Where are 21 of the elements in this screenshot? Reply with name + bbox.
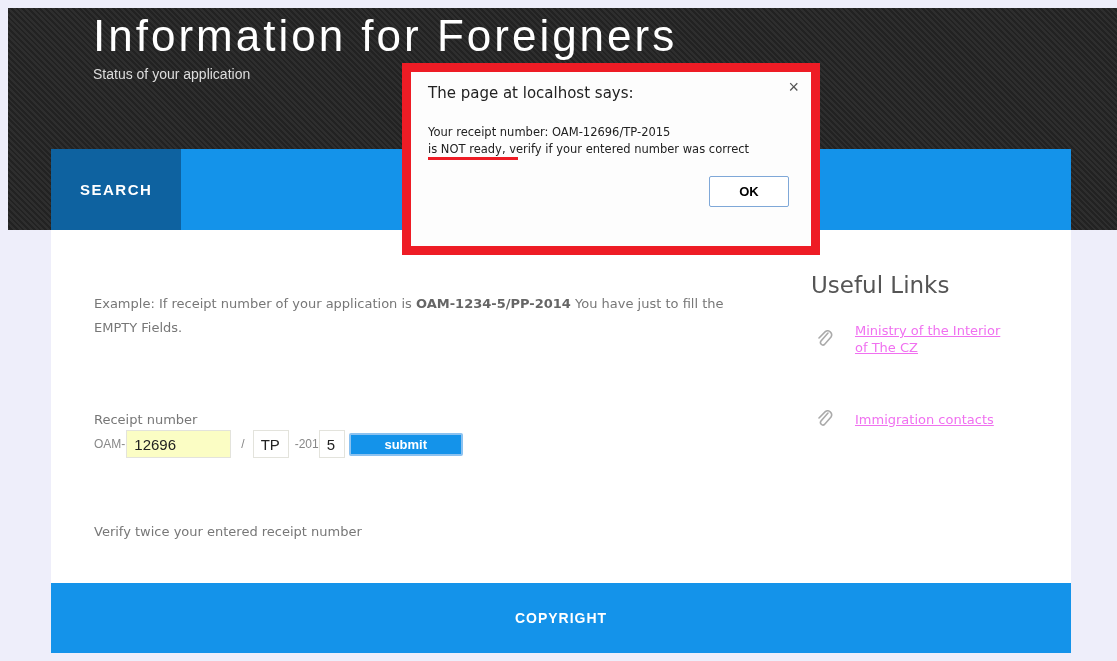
intro-text: Example: If receipt number of your application is OAM-1234-5/PP-2014 You have just to fill the EMPTY Fields.: [94, 295, 725, 337]
dialog-title: The page at localhost says:: [428, 84, 634, 102]
nav-tab[interactable]: SEARCH: [51, 149, 182, 230]
copyright-text: COPYRIGHT: [514, 610, 608, 626]
close-button[interactable]: ×: [788, 78, 799, 96]
ok-button[interactable]: OK: [709, 176, 789, 207]
field-label: Receipt number: [94, 412, 199, 427]
separator-text: /: [241, 437, 245, 451]
year-field[interactable]: 5: [318, 430, 345, 458]
paperclip-icon: [817, 410, 833, 428]
section-heading: Useful Links: [811, 272, 951, 298]
paperclip-icon: [817, 330, 833, 348]
year-prefix-text: -201: [294, 437, 319, 451]
note-text: Verify twice your entered receipt number: [94, 524, 363, 539]
site-title: Information for Foreigners: [93, 12, 678, 60]
type-field[interactable]: TP: [252, 430, 289, 458]
number-field[interactable]: 12696: [126, 430, 232, 458]
dialog-message: Your receipt number: OAM-12696/TP-2015: [428, 124, 671, 141]
prefix-text: OAM-: [94, 437, 126, 451]
site-subtitle: Status of your application: [93, 66, 251, 82]
dialog-message: is NOT ready, verify if your entered number was correct: [428, 141, 750, 158]
